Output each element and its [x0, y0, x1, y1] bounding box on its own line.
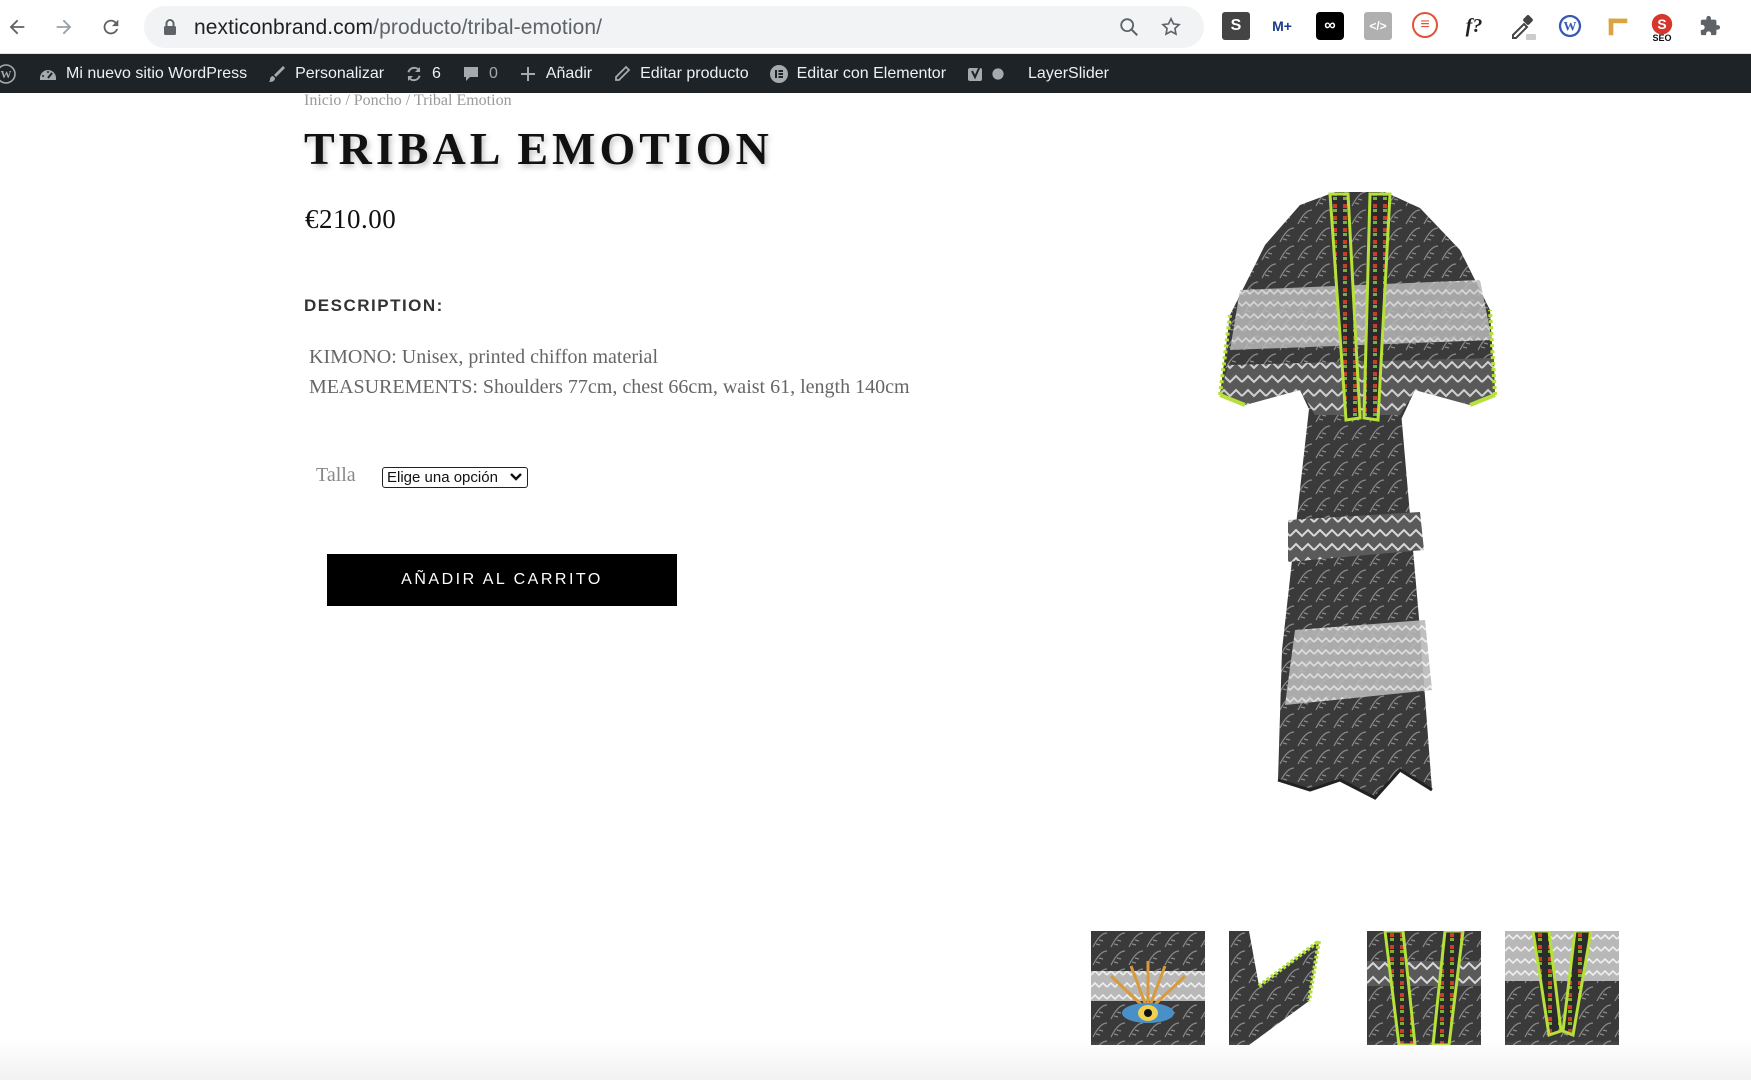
url-path: /producto/tribal-emotion/ — [373, 16, 603, 39]
comment-icon — [463, 66, 478, 81]
extension-movistar-label: M+ — [1272, 18, 1292, 34]
extension-s-icon[interactable]: S — [1222, 12, 1250, 40]
adminbar-customize-label: Personalizar — [295, 64, 385, 82]
reload-icon[interactable] — [96, 12, 126, 42]
seo-extension-label: SEO — [1652, 33, 1672, 43]
breadcrumb[interactable]: Inicio / Poncho / Tribal Emotion — [304, 92, 512, 110]
adminbar-edit-elementor-label: Editar con Elementor — [796, 64, 947, 82]
address-bar[interactable]: nexticonbrand.com/producto/tribal-emotio… — [144, 6, 1204, 48]
plus-icon — [520, 66, 535, 81]
adminbar-comments[interactable]: 0 — [451, 54, 508, 93]
adminbar-layerslider[interactable]: LayerSlider — [1018, 54, 1119, 93]
adminbar-add-new[interactable]: Añadir — [508, 54, 602, 93]
product-thumbnail-3[interactable] — [1367, 931, 1481, 1045]
adminbar-updates-count: 6 — [432, 64, 441, 82]
svg-text:W: W — [1564, 19, 1577, 34]
wp-admin-bar: W Mi nuevo sitio WordPress Personalizar … — [0, 54, 1751, 93]
extension-font-icon[interactable]: f? — [1460, 12, 1488, 40]
yoast-icon[interactable] — [956, 54, 1018, 93]
extension-font-label: f? — [1465, 14, 1483, 37]
adminbar-site-name[interactable]: Mi nuevo sitio WordPress — [28, 54, 257, 93]
product-price: €210.00 — [305, 204, 397, 234]
extension-code-label: </> — [1369, 19, 1387, 33]
wordpress-ext-icon[interactable]: W — [1556, 12, 1584, 40]
profile-avatar-icon[interactable] — [1740, 12, 1751, 40]
zoom-icon[interactable] — [1118, 16, 1140, 38]
adminbar-edit-elementor[interactable]: Editar con Elementor — [759, 54, 956, 93]
size-select-value: Elige una opción — [387, 469, 498, 486]
wordpress-logo-icon[interactable]: W — [0, 54, 28, 93]
extension-code-icon[interactable]: </> — [1364, 12, 1392, 40]
back-icon[interactable] — [2, 12, 32, 42]
product-main-image[interactable] — [1170, 190, 1550, 870]
adminbar-layerslider-label: LayerSlider — [1028, 64, 1109, 82]
chevron-down-icon — [510, 473, 522, 481]
pencil-icon — [615, 65, 631, 81]
forward-icon[interactable] — [49, 12, 79, 42]
extension-movistar-icon[interactable]: M+ — [1268, 12, 1296, 40]
extension-infinity-icon[interactable]: ∞ — [1316, 12, 1344, 40]
bookmark-star-icon[interactable] — [1160, 16, 1182, 38]
extension-lines-icon[interactable]: ≡ — [1412, 12, 1438, 38]
description-heading: DESCRIPTION: — [304, 296, 444, 315]
description-line-2: MEASUREMENTS: Shoulders 77cm, chest 66cm… — [309, 376, 910, 398]
product-thumbnail-1[interactable] — [1091, 931, 1205, 1045]
extension-s-label: S — [1230, 17, 1242, 34]
adminbar-add-new-label: Añadir — [545, 64, 593, 82]
size-label: Talla — [316, 464, 356, 486]
description-line-1: KIMONO: Unisex, printed chiffon material — [309, 346, 658, 368]
browser-toolbar: nexticonbrand.com/producto/tribal-emotio… — [0, 0, 1751, 54]
updates-icon — [407, 66, 421, 81]
url-host: nexticonbrand.com — [194, 16, 374, 39]
adminbar-edit-product-label: Editar producto — [640, 64, 749, 82]
ruler-icon[interactable] — [1604, 12, 1632, 40]
adminbar-edit-product[interactable]: Editar producto — [602, 54, 759, 93]
product-title: TRIBAL EMOTION — [304, 123, 773, 174]
adminbar-comments-count: 0 — [488, 64, 498, 82]
elementor-icon — [769, 64, 788, 83]
extensions-puzzle-icon[interactable] — [1696, 12, 1724, 40]
size-select[interactable]: Elige una opción — [382, 467, 528, 488]
adminbar-updates[interactable]: 6 — [394, 54, 451, 93]
svg-text:S: S — [1657, 16, 1666, 32]
seo-status-dot-icon — [992, 67, 1004, 80]
page-bottom-fade — [0, 1040, 1751, 1080]
svg-text:W: W — [1, 69, 12, 81]
adminbar-site-name-label: Mi nuevo sitio WordPress — [66, 64, 248, 82]
extension-infinity-label: ∞ — [1324, 17, 1336, 34]
extension-lines-label: ≡ — [1420, 16, 1430, 33]
add-to-cart-button[interactable]: AÑADIR AL CARRITO — [327, 554, 677, 606]
product-thumbnail-2[interactable] — [1229, 931, 1343, 1045]
brush-icon — [269, 65, 286, 82]
url-text: nexticonbrand.com/producto/tribal-emotio… — [194, 16, 602, 40]
product-thumbnail-4[interactable] — [1505, 931, 1619, 1045]
adminbar-customize[interactable]: Personalizar — [257, 54, 394, 93]
lock-icon — [164, 19, 176, 35]
dashboard-icon — [40, 69, 56, 80]
eyedropper-icon[interactable] — [1508, 12, 1536, 40]
seo-extension-icon[interactable]: S SEO — [1648, 12, 1676, 43]
